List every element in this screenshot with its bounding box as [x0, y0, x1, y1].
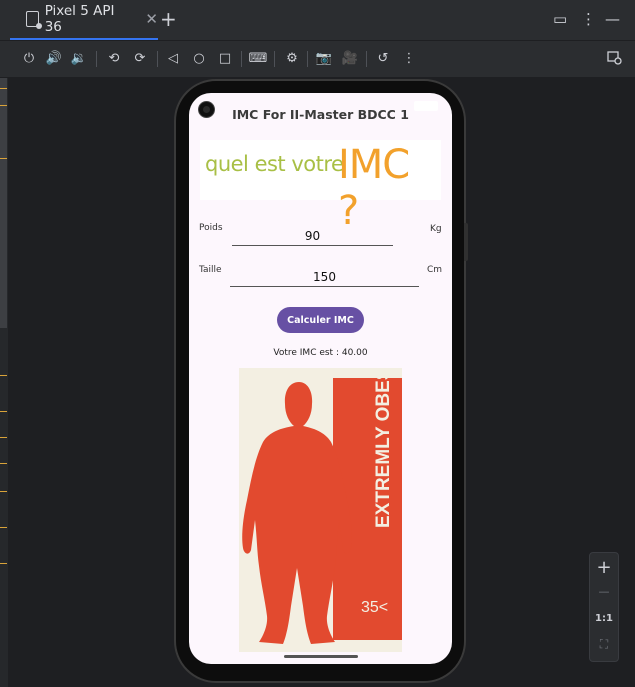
gutter-marker [0, 88, 7, 89]
weight-input[interactable]: 90 [232, 227, 393, 246]
rotate-right-icon[interactable]: ⟳ [131, 49, 149, 67]
weight-label: Poids [199, 223, 223, 233]
overview-icon[interactable]: □ [216, 49, 234, 67]
home-icon[interactable]: ○ [190, 49, 208, 67]
phone-side-button [464, 223, 468, 261]
toolbar-divider [307, 51, 308, 67]
keyboard-icon[interactable]: ⌨ [249, 49, 268, 67]
image-label-threshold: 35< [361, 599, 388, 616]
toolbar-divider [157, 51, 158, 67]
tab-bar: Pixel 5 API 36 ✕ + ▭ ⋮ — [0, 0, 635, 41]
volume-down-icon[interactable]: 🔉 [70, 49, 88, 67]
volume-up-icon[interactable]: 🔊 [45, 49, 63, 67]
banner-imc-text: IMC ? [338, 142, 410, 234]
phone-screen[interactable]: IMC For II-Master BDCC 1 quel est votre … [189, 93, 452, 664]
height-label: Taille [199, 265, 222, 275]
calculate-button[interactable]: Calculer IMC [277, 307, 364, 333]
gutter-marker [0, 491, 7, 492]
device-mirror-icon[interactable] [605, 49, 623, 67]
tab-label: Pixel 5 API 36 [44, 3, 115, 35]
back-icon[interactable]: ◁ [164, 49, 182, 67]
gutter-marker [0, 437, 7, 438]
device-icon [26, 11, 42, 29]
rotate-left-icon[interactable]: ⟲ [105, 49, 123, 67]
zoom-fit-icon[interactable]: ⛶ [590, 637, 618, 652]
gutter-marker [0, 411, 7, 412]
minimize-icon[interactable]: — [605, 10, 620, 28]
gutter-block [0, 78, 7, 328]
toolbar-divider [366, 51, 367, 67]
toolbar-divider [241, 51, 242, 67]
snapshot-icon[interactable]: ↺ [374, 49, 392, 67]
more-icon[interactable]: ⋮ [400, 49, 418, 67]
power-icon[interactable]: ⏻ [20, 49, 38, 67]
image-label-obese: EXTREMLY OBESE [373, 368, 394, 528]
obese-silhouette-graphic: EXTREMLY OBESE 35< [242, 368, 402, 644]
emulator-main-area: IMC For II-Master BDCC 1 quel est votre … [0, 78, 635, 687]
height-input[interactable]: 150 [230, 268, 419, 287]
result-text: Votre IMC est : 40.00 [273, 348, 368, 358]
gutter-marker [0, 105, 7, 106]
gutter-marker [0, 563, 7, 564]
zoom-in-button[interactable]: + [590, 557, 618, 578]
window-mode-icon[interactable]: ▭ [553, 10, 567, 28]
tab-pixel5[interactable]: Pixel 5 API 36 ✕ [10, 0, 158, 40]
height-unit: Cm [427, 265, 443, 275]
gutter-marker [0, 375, 7, 376]
gesture-bar[interactable] [284, 655, 358, 658]
toolbar-divider [274, 51, 275, 67]
left-gutter [0, 78, 8, 687]
record-icon[interactable]: 🎥 [341, 49, 359, 67]
emulator-toolbar: ⏻ 🔊 🔉 ⟲ ⟳ ◁ ○ □ ⌨ ⚙ 📷 🎥 ↺ ⋮ [0, 41, 635, 78]
weight-unit: Kg [430, 224, 442, 234]
imc-banner-image: quel est votre IMC ? [200, 140, 441, 234]
close-icon[interactable]: ✕ [145, 10, 158, 28]
obesity-illustration: EXTREMLY OBESE 35< [239, 368, 402, 652]
app-title: IMC For II-Master BDCC 1 [232, 107, 409, 122]
more-options-icon[interactable]: ⋮ [581, 10, 596, 28]
camera-icon[interactable]: 📷 [315, 49, 333, 67]
add-tab-icon[interactable]: + [160, 7, 177, 31]
gutter-marker [0, 463, 7, 464]
gutter-marker [0, 158, 7, 159]
zoom-out-button[interactable]: — [590, 585, 618, 598]
zoom-panel: + — 1:1 ⛶ [589, 552, 619, 662]
zoom-ratio-button[interactable]: 1:1 [590, 613, 618, 624]
device-settings-icon[interactable]: ⚙ [283, 49, 301, 67]
gutter-marker [0, 527, 7, 528]
toolbar-divider [96, 51, 97, 67]
banner-text: quel est votre [205, 152, 344, 176]
